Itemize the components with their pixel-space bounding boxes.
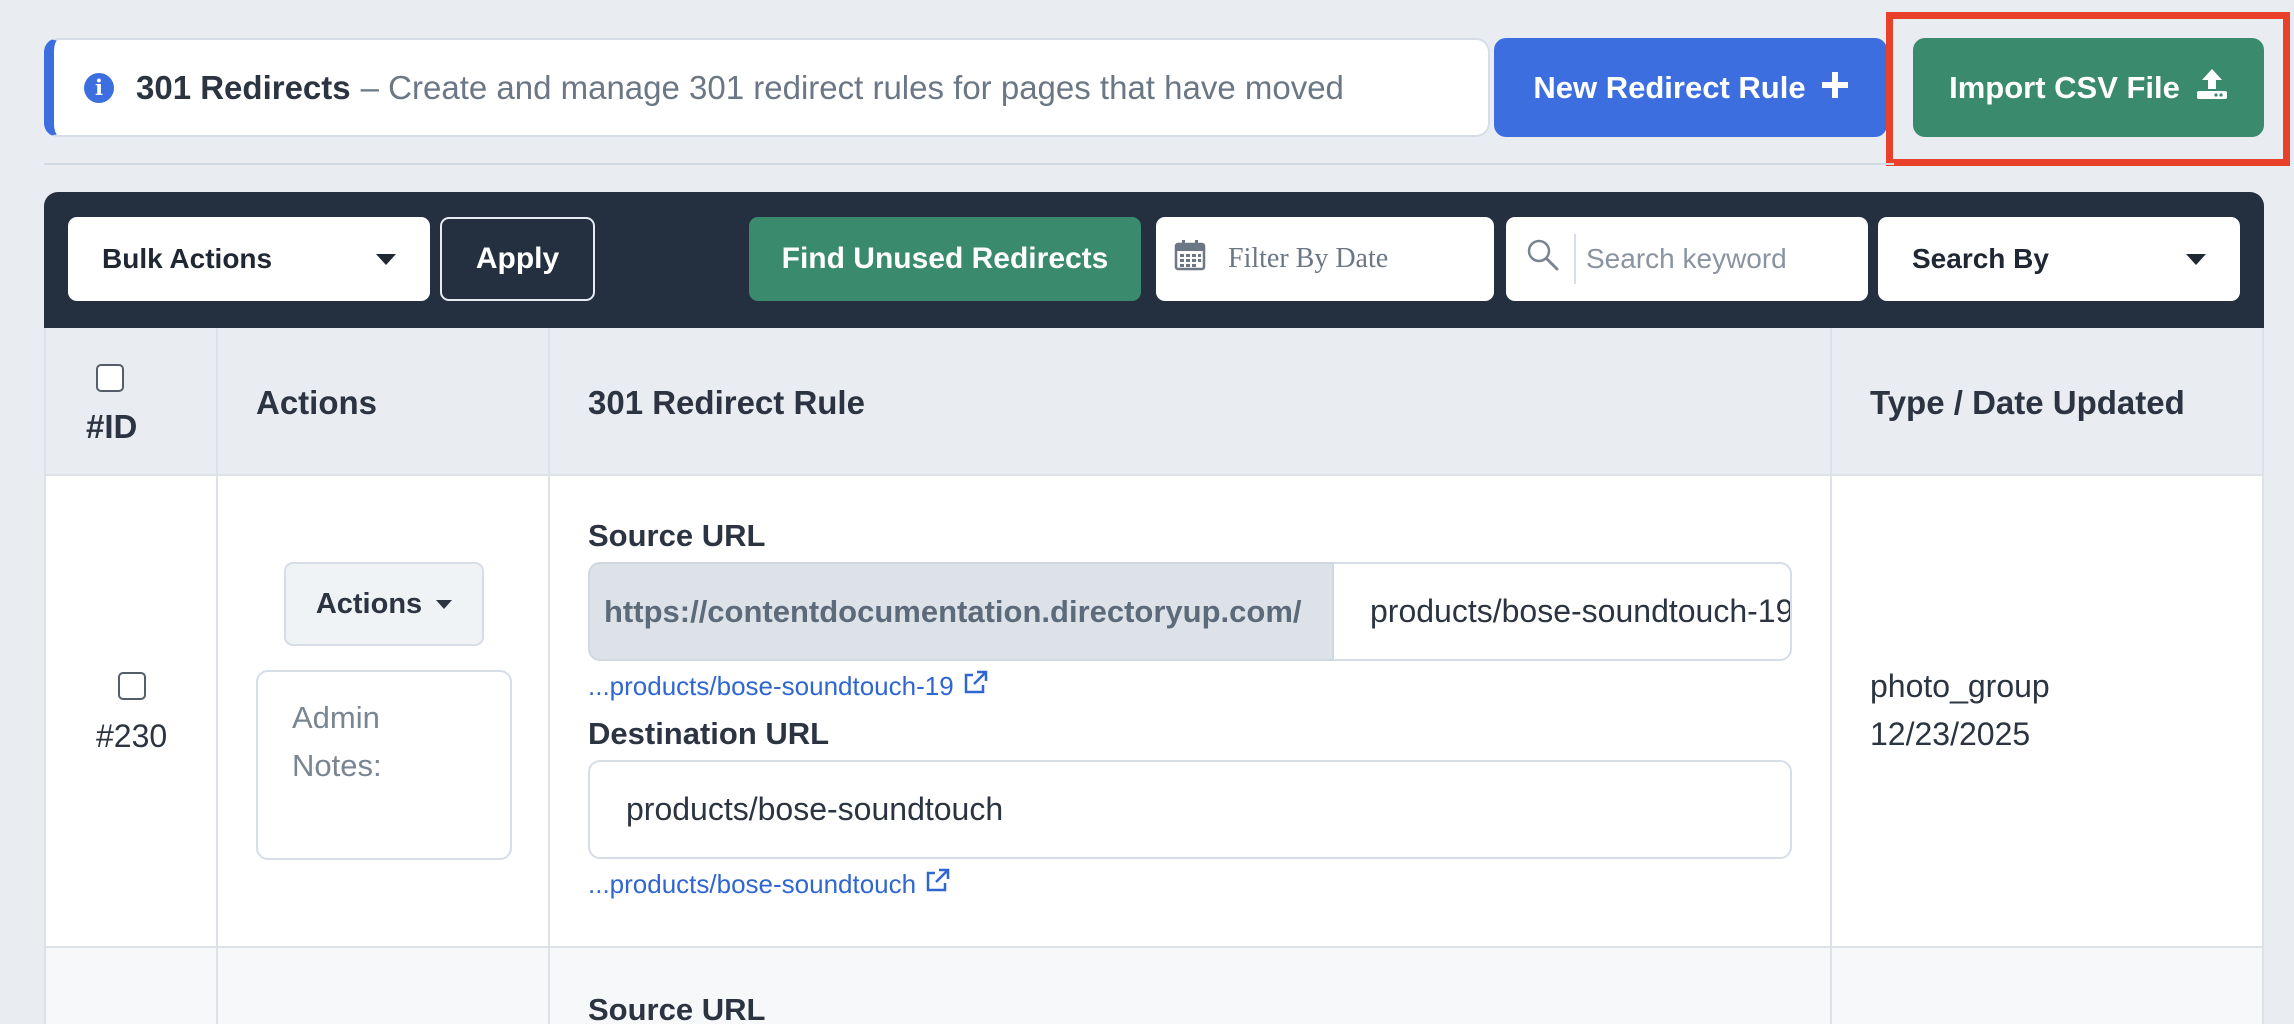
select-all-checkbox[interactable] <box>96 364 124 392</box>
new-redirect-rule-label: New Redirect Rule <box>1533 69 1806 105</box>
info-icon: i <box>84 72 114 103</box>
find-unused-redirects-button[interactable]: Find Unused Redirects <box>749 217 1141 301</box>
filter-by-date-placeholder: Filter By Date <box>1228 243 1389 274</box>
source-url-link[interactable]: ...products/bose-soundtouch-19 <box>588 670 988 703</box>
destination-url-label: Destination URL <box>588 716 830 751</box>
column-header-id: #ID <box>86 408 138 445</box>
destination-url-link[interactable]: ...products/bose-soundtouch <box>588 868 950 901</box>
bulk-actions-value: Bulk Actions <box>102 243 273 274</box>
chevron-down-icon <box>376 254 396 265</box>
page-info-banner: i 301 Redirects – Create and manage 301 … <box>44 38 1490 137</box>
column-header-type-date: Type / Date Updated <box>1870 384 2185 421</box>
row-actions-button[interactable]: Actions <box>284 562 484 646</box>
external-link-icon <box>924 868 950 901</box>
column-divider <box>548 328 550 1024</box>
search-by-value: Search By <box>1912 243 2049 274</box>
calendar-icon <box>1174 239 1214 280</box>
header-divider <box>44 163 1894 165</box>
filter-by-date-field[interactable]: Filter By Date <box>1156 217 1494 301</box>
row-divider <box>46 946 2262 948</box>
source-url-prefix: https://contentdocumentation.directoryup… <box>588 562 1334 661</box>
upload-icon <box>2196 68 2228 107</box>
search-keyword-field[interactable] <box>1506 217 1868 301</box>
search-separator <box>1574 234 1576 284</box>
source-url-input[interactable] <box>1334 562 1792 661</box>
search-keyword-input[interactable] <box>1586 243 1846 275</box>
bulk-actions-select[interactable]: Bulk Actions <box>68 217 430 301</box>
source-url-label: Source URL <box>588 992 766 1024</box>
source-url-group: https://contentdocumentation.directoryup… <box>588 562 1792 661</box>
source-url-label: Source URL <box>588 518 766 553</box>
page-title: 301 Redirects <box>136 68 351 106</box>
destination-url-input[interactable] <box>588 760 1792 859</box>
destination-url-link-text: ...products/bose-soundtouch <box>588 869 917 899</box>
import-csv-button[interactable]: Import CSV File <box>1913 38 2264 137</box>
row-type: photo_group <box>1870 668 2050 704</box>
column-header-actions: Actions <box>256 384 378 421</box>
redirects-table: #ID Actions 301 Redirect Rule Type / Dat… <box>44 328 2264 1024</box>
table-toolbar: Bulk Actions Apply Find Unused Redirects… <box>44 192 2264 328</box>
page-description: – Create and manage 301 redirect rules f… <box>360 68 1344 106</box>
admin-notes-field[interactable] <box>256 670 512 860</box>
row-checkbox[interactable] <box>118 672 146 700</box>
new-redirect-rule-button[interactable]: New Redirect Rule <box>1494 38 1887 137</box>
row-actions-label: Actions <box>315 587 423 620</box>
chevron-down-icon <box>2186 254 2206 265</box>
row-id: #230 <box>96 718 168 754</box>
import-csv-label: Import CSV File <box>1949 69 2180 105</box>
apply-button[interactable]: Apply <box>440 217 595 301</box>
search-icon <box>1526 238 1566 281</box>
external-link-icon <box>962 670 988 703</box>
column-header-rule: 301 Redirect Rule <box>588 384 865 421</box>
row-date-updated: 12/23/2025 <box>1870 716 2031 752</box>
search-by-select[interactable]: Search By <box>1878 217 2240 301</box>
column-divider <box>1830 328 1832 1024</box>
column-divider <box>216 328 218 1024</box>
plus-icon <box>1821 70 1848 106</box>
table-row <box>46 948 2262 1024</box>
chevron-down-icon <box>436 599 453 609</box>
source-url-link-text: ...products/bose-soundtouch-19 <box>588 671 954 701</box>
